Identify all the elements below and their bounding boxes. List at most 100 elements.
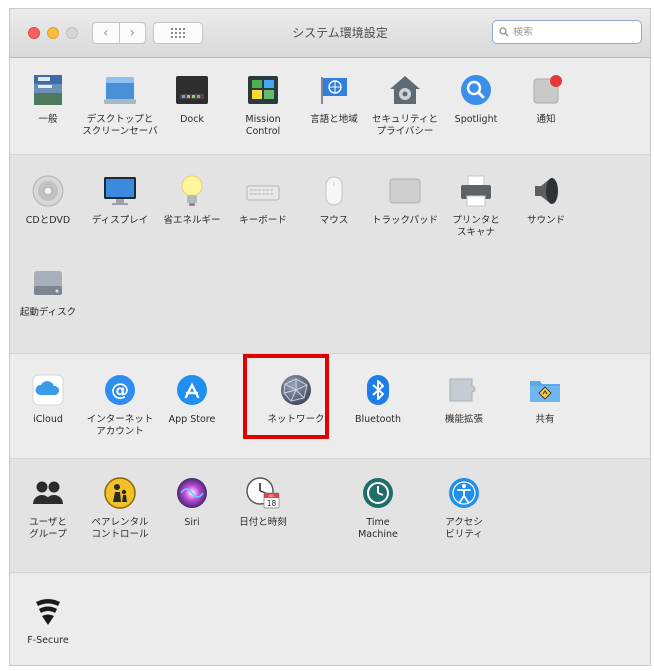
minimize-window-button[interactable] xyxy=(47,27,59,39)
pref-label: 起動ディスク xyxy=(19,307,77,318)
forward-button[interactable]: › xyxy=(118,23,146,43)
pref-label: Spotlight xyxy=(454,114,498,125)
sound-icon xyxy=(528,173,564,209)
pref-label: アクセシ ビリティ xyxy=(445,517,483,540)
pref-label: セキュリティと プライバシー xyxy=(372,114,438,137)
pref-label: Time Machine xyxy=(358,517,398,540)
search-icon xyxy=(499,27,509,37)
pref-label: ペアレンタル コントロール xyxy=(91,517,149,540)
pref-general[interactable]: 一般 xyxy=(10,72,86,126)
pref-label: インターネット アカウント xyxy=(86,414,154,437)
pref-sharing[interactable]: 共有 xyxy=(507,372,583,426)
search-field[interactable] xyxy=(492,20,642,44)
network-icon xyxy=(278,372,314,408)
pref-extensions[interactable]: 機能拡張 xyxy=(426,372,502,426)
pref-date-time[interactable]: JUL 18 日付と時刻 xyxy=(225,475,301,529)
bluetooth-icon xyxy=(360,372,396,408)
pref-label: 日付と時刻 xyxy=(239,517,287,528)
pref-mouse[interactable]: マウス xyxy=(296,173,372,227)
pref-siri[interactable]: Siri xyxy=(154,475,230,529)
close-window-button[interactable] xyxy=(28,27,40,39)
desktop-screensaver-icon xyxy=(102,72,138,108)
startup-disk-icon xyxy=(30,265,66,301)
section-system: ユーザと グループ ペアレンタル コントロール Siri JUL 18 日付と時… xyxy=(10,459,650,573)
pref-icloud[interactable]: iCloud xyxy=(10,372,86,426)
pref-trackpad[interactable]: トラックパッド xyxy=(367,173,443,227)
pref-parental-controls[interactable]: ペアレンタル コントロール xyxy=(82,475,158,541)
internet-accounts-icon: @ xyxy=(102,372,138,408)
calendar-month: JUL xyxy=(268,494,275,498)
pref-f-secure[interactable]: F-Secure xyxy=(10,593,86,647)
back-button[interactable]: ‹ xyxy=(93,23,119,43)
pref-label: ユーザと グループ xyxy=(29,517,67,540)
pref-bluetooth[interactable]: Bluetooth xyxy=(340,372,416,426)
notifications-icon xyxy=(528,72,564,108)
pref-label: iCloud xyxy=(33,414,63,425)
pref-display[interactable]: ディスプレイ xyxy=(82,173,158,227)
pref-security-privacy[interactable]: セキュリティと プライバシー xyxy=(367,72,443,138)
pref-label: 共有 xyxy=(535,414,555,425)
sharing-icon xyxy=(527,372,563,408)
pref-sound[interactable]: サウンド xyxy=(508,173,584,227)
dock-icon xyxy=(174,72,210,108)
pref-energy-saver[interactable]: 省エネルギー xyxy=(154,173,230,227)
pref-network[interactable]: ネットワーク xyxy=(258,372,334,426)
pref-label: プリンタと スキャナ xyxy=(452,215,500,238)
pref-printers-scanners[interactable]: プリンタと スキャナ xyxy=(438,173,514,239)
siri-icon xyxy=(174,475,210,511)
pref-users-groups[interactable]: ユーザと グループ xyxy=(10,475,86,541)
grid-icon xyxy=(171,28,185,38)
show-all-button[interactable] xyxy=(153,22,203,44)
pref-startup-disk[interactable]: 起動ディスク xyxy=(10,265,86,319)
pref-accessibility[interactable]: アクセシ ビリティ xyxy=(426,475,502,541)
mission-control-icon xyxy=(245,72,281,108)
pref-label: 通知 xyxy=(536,114,556,125)
display-icon xyxy=(102,173,138,209)
f-secure-icon xyxy=(30,593,66,629)
date-time-icon: JUL 18 xyxy=(245,475,281,511)
general-icon xyxy=(30,72,66,108)
pref-desktop-screensaver[interactable]: デスクトップと スクリーンセーバ xyxy=(82,72,158,138)
pref-label: ネットワーク xyxy=(267,414,325,425)
pref-notifications[interactable]: 通知 xyxy=(508,72,584,126)
keyboard-icon xyxy=(245,173,281,209)
pref-app-store[interactable]: App Store xyxy=(154,372,230,426)
pref-language-region[interactable]: 言語と地域 xyxy=(296,72,372,126)
parental-controls-icon xyxy=(102,475,138,511)
pref-label: デスクトップと スクリーンセーバ xyxy=(82,114,158,137)
pref-label: 機能拡張 xyxy=(444,414,483,425)
energy-saver-icon xyxy=(174,173,210,209)
pref-label: 言語と地域 xyxy=(310,114,358,125)
printers-scanners-icon xyxy=(458,173,494,209)
system-preferences-window: ‹ › システム環境設定 検索 一般 デスクトップと スクリーンセーバ Dock… xyxy=(9,8,651,666)
pref-label: キーボード xyxy=(239,215,287,226)
accessibility-icon xyxy=(446,475,482,511)
pref-label: ディスプレイ xyxy=(91,215,149,226)
section-personal: 一般 デスクトップと スクリーンセーバ Dock Mission Control… xyxy=(10,58,650,155)
pref-mission-control[interactable]: Mission Control xyxy=(225,72,301,138)
zoom-window-button[interactable] xyxy=(66,27,78,39)
pref-keyboard[interactable]: キーボード xyxy=(225,173,301,227)
pref-label: 一般 xyxy=(38,114,58,125)
pref-cd-dvd[interactable]: CDとDVD xyxy=(10,173,86,227)
cd-dvd-icon xyxy=(30,173,66,209)
icloud-icon xyxy=(30,372,66,408)
pref-time-machine[interactable]: Time Machine xyxy=(340,475,416,541)
spotlight-icon xyxy=(458,72,494,108)
security-privacy-icon xyxy=(387,72,423,108)
search-input[interactable] xyxy=(513,26,623,38)
title-bar: ‹ › システム環境設定 xyxy=(10,9,650,58)
section-internet-wireless: iCloud @ インターネット アカウント App Store ネットワーク … xyxy=(10,354,650,459)
window-title: システム環境設定 xyxy=(292,26,388,40)
pref-label: Mission Control xyxy=(245,114,281,137)
pref-internet-accounts[interactable]: @ インターネット アカウント xyxy=(82,372,158,438)
app-store-icon xyxy=(174,372,210,408)
pref-spotlight[interactable]: Spotlight xyxy=(438,72,514,126)
language-region-icon xyxy=(316,72,352,108)
time-machine-icon xyxy=(360,475,396,511)
calendar-day: 18 xyxy=(267,499,277,508)
pref-label: 省エネルギー xyxy=(163,215,221,226)
pref-label: サウンド xyxy=(526,215,565,226)
extensions-icon xyxy=(446,372,482,408)
pref-dock[interactable]: Dock xyxy=(154,72,230,126)
